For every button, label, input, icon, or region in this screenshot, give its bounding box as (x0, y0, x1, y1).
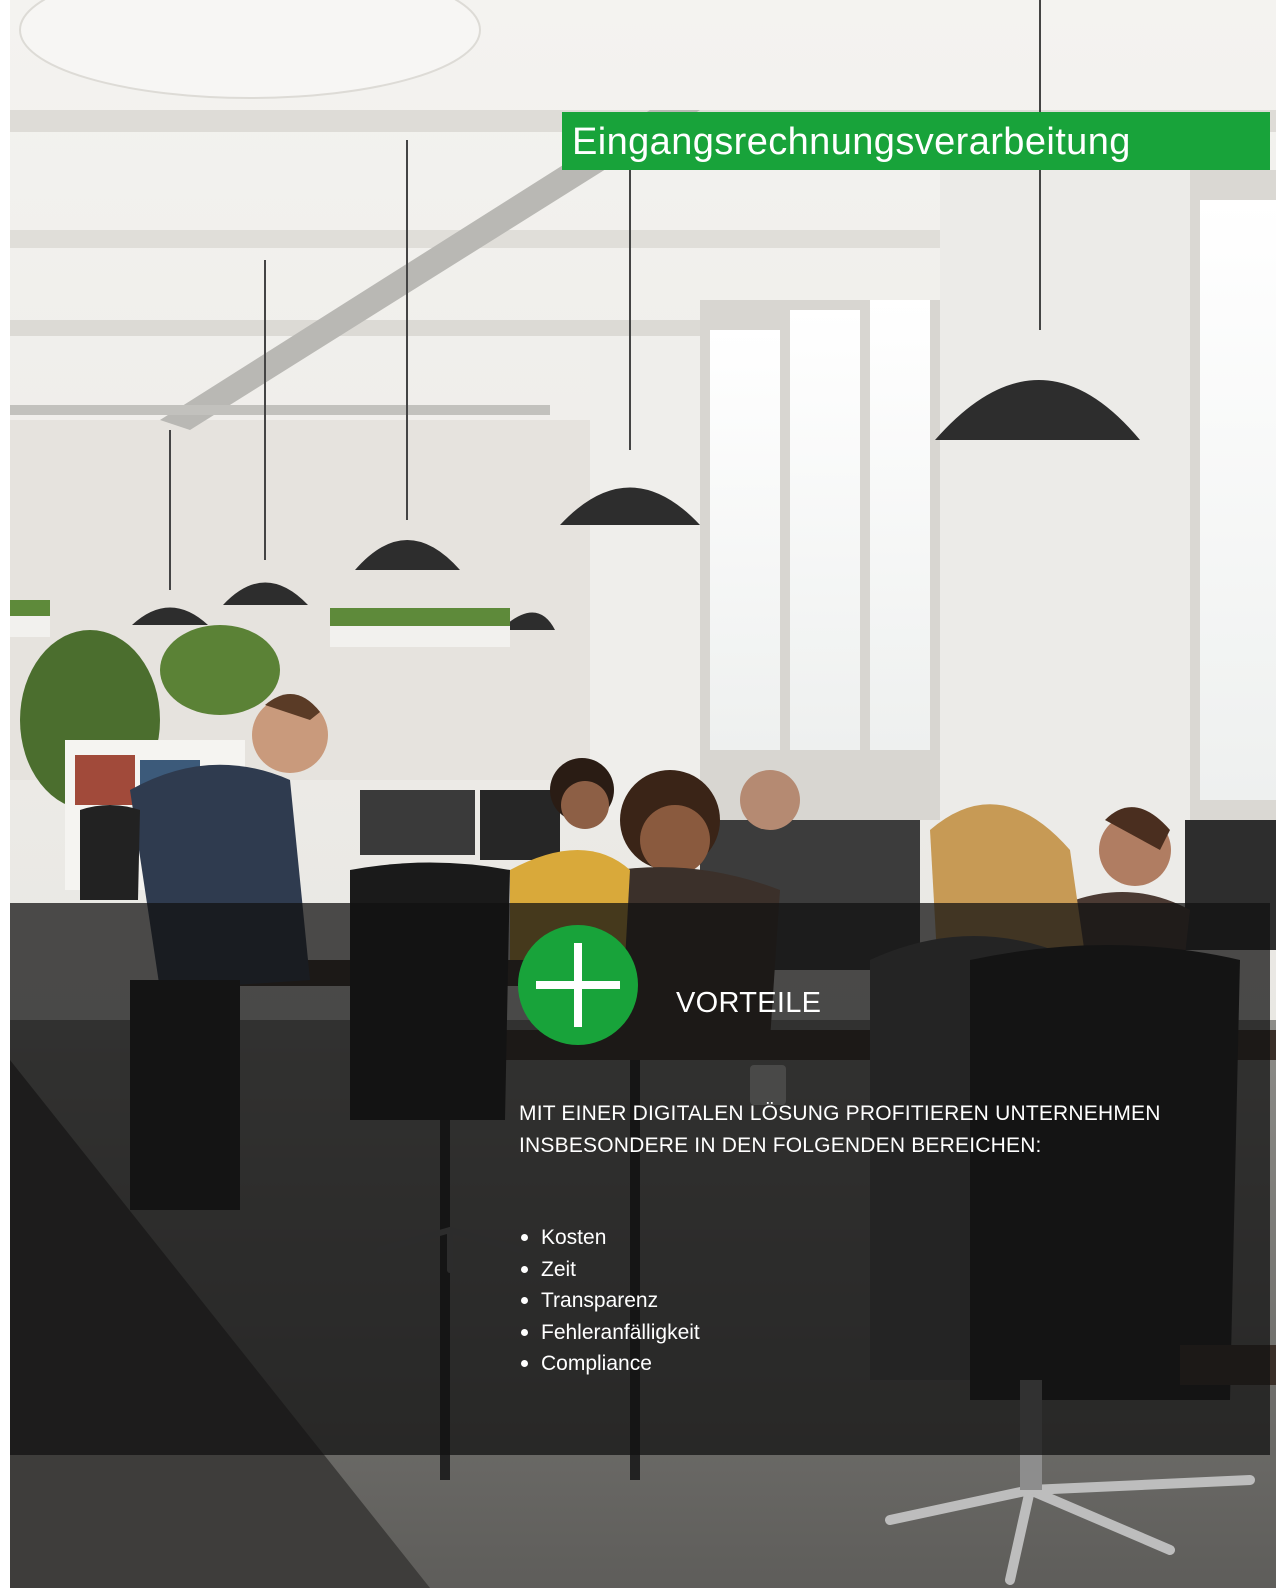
section-heading: VORTEILE (676, 987, 822, 1019)
benefits-list: Kosten Zeit Transparenz Fehleranfälligke… (519, 1222, 700, 1380)
list-item: Kosten (519, 1222, 700, 1254)
plus-icon-vertical (574, 943, 582, 1027)
list-item-label: Transparenz (541, 1289, 659, 1312)
title-banner: Eingangsrechnungsverarbeitung (562, 112, 1270, 170)
bullet-icon (521, 1234, 528, 1241)
list-item: Transparenz (519, 1285, 700, 1317)
list-item-label: Fehleranfälligkeit (541, 1320, 700, 1344)
list-item-label: Compliance (541, 1352, 652, 1375)
list-item-label: Zeit (541, 1257, 577, 1281)
benefits-intro: MIT EINER DIGITALEN LÖSUNG PROFITIEREN U… (519, 1102, 1161, 1157)
bullet-icon (521, 1265, 528, 1273)
page-title: Eingangsrechnungsverarbeitung (572, 121, 1131, 163)
list-item: Fehleranfälligkeit (519, 1317, 700, 1349)
brochure-page: Eingangsrechnungsverarbeitung VORTEILE M… (0, 0, 1286, 1588)
list-item-label: Kosten (541, 1226, 607, 1249)
list-item: Zeit (519, 1254, 700, 1286)
plus-circle-icon (518, 925, 638, 1045)
bullet-icon (521, 1297, 528, 1304)
bullet-icon (521, 1328, 528, 1336)
bullet-icon (521, 1360, 528, 1367)
list-item: Compliance (519, 1348, 700, 1380)
